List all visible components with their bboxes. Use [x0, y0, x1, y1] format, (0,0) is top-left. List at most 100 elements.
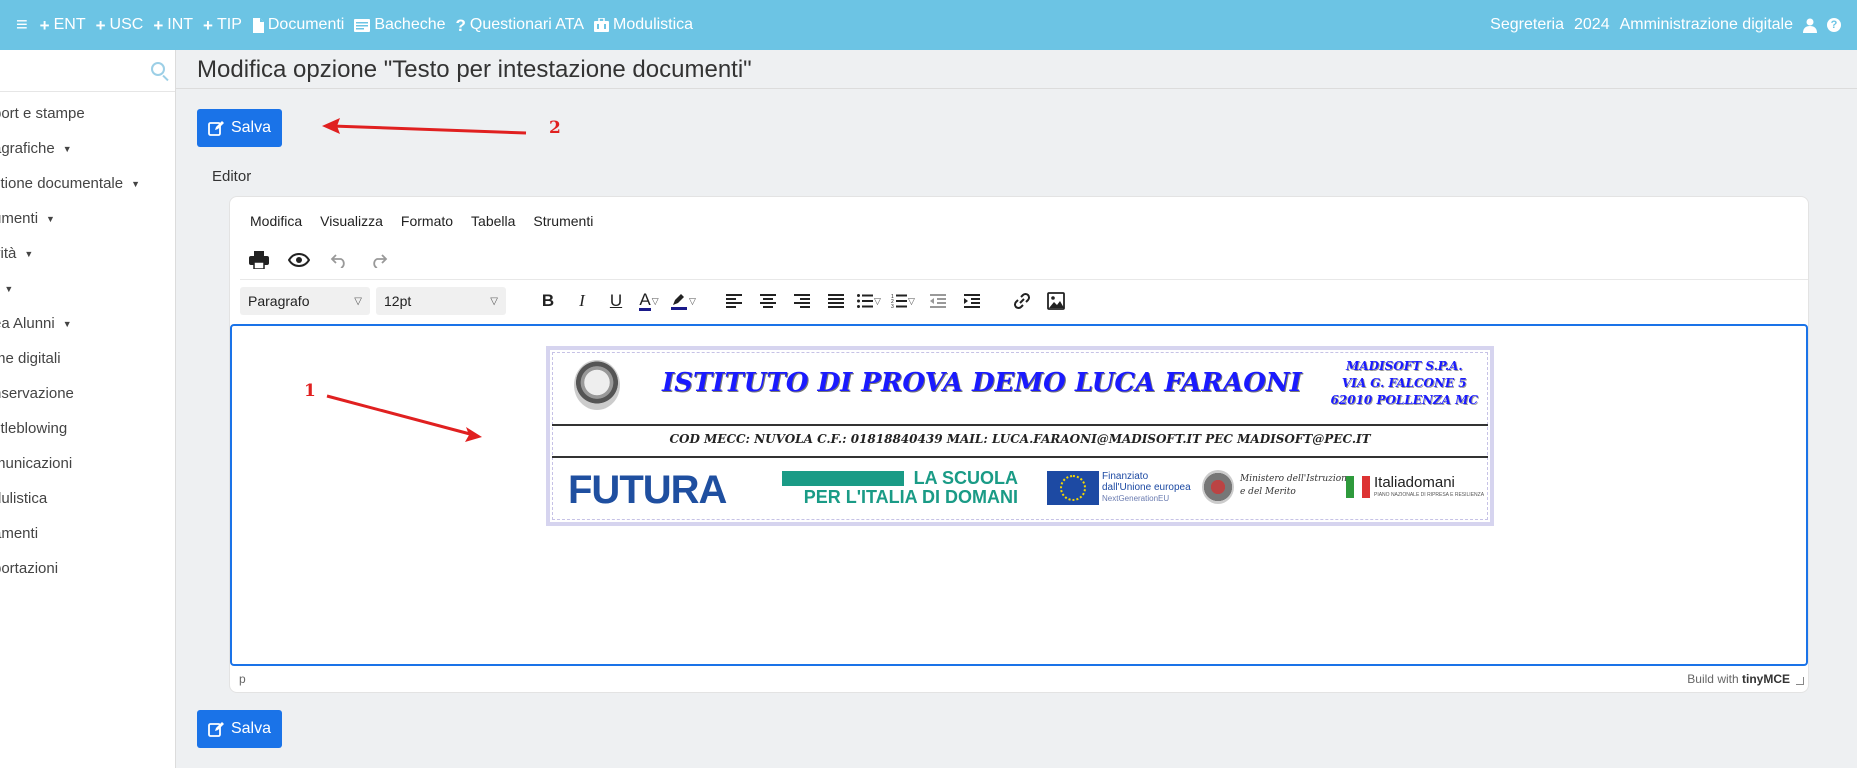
block-format-value: Paragrafo [248, 293, 310, 309]
indent-button[interactable] [958, 287, 986, 315]
sidebar-item-label: amenti [0, 525, 39, 542]
sidebar-item[interactable]: umenti ▼ [0, 201, 175, 236]
rich-text-editor: Modifica Visualizza Formato Tabella Stru… [229, 196, 1809, 693]
align-justify-button[interactable] [822, 287, 850, 315]
topbar-item-questionari[interactable]: ? Questionari ATA [456, 16, 585, 34]
italia-domani-subtitle: PIANO NAZIONALE DI RIPRESA E RESILIENZA [1374, 492, 1485, 498]
user-icon[interactable] [1803, 18, 1817, 33]
text-color-button[interactable]: A ▽ [636, 287, 664, 315]
highlight-button[interactable]: ▽ [670, 287, 698, 315]
undo-button[interactable] [326, 247, 352, 273]
area-selector[interactable]: Amministrazione digitale [1620, 16, 1793, 34]
topbar-item-documenti[interactable]: Documenti [252, 16, 344, 34]
text-style-group: B I U A ▽ ▽ [534, 287, 698, 315]
sidebar-item-label: vità [0, 245, 17, 262]
topbar-item-usc[interactable]: + USC [96, 16, 144, 34]
tinymce-branding[interactable]: Build with tinyMCE [1687, 672, 1790, 686]
topbar-item-ent[interactable]: + ENT [40, 16, 86, 34]
eu-funding-text: Finanziato dall'Unione europea NextGener… [1102, 471, 1191, 504]
font-size-select[interactable]: 12pt ▽ [376, 287, 506, 315]
letterhead-image[interactable]: ISTITUTO DI PROVA DEMO LUCA FARAONI MADI… [546, 346, 1494, 526]
help-icon[interactable]: ? [1827, 18, 1841, 32]
topbar-item-label: ENT [53, 16, 86, 33]
align-justify-icon [828, 294, 844, 308]
link-button[interactable] [1008, 287, 1036, 315]
sidebar-item-label: dulistica [0, 490, 48, 507]
topbar-right: Segreteria 2024 Amministrazione digitale… [1490, 16, 1841, 34]
redo-button[interactable] [366, 247, 392, 273]
chevron-down-icon: ▽ [490, 295, 498, 307]
insert-group [1008, 287, 1070, 315]
sidebar-search[interactable] [0, 50, 175, 92]
sidebar-item[interactable]: stione documentale ▼ [0, 166, 175, 201]
topbar-item-bacheche[interactable]: Bacheche [354, 16, 446, 34]
plus-icon: + [95, 15, 106, 35]
sidebar-item[interactable]: municazioni [0, 446, 175, 481]
align-center-icon [760, 294, 776, 308]
editor-menubar: Modifica Visualizza Formato Tabella Stru… [250, 213, 593, 229]
image-button[interactable] [1042, 287, 1070, 315]
align-right-button[interactable] [788, 287, 816, 315]
edit-icon [208, 121, 224, 136]
sidebar-item-label: me digitali [0, 350, 61, 367]
address-line: VIA G. FALCONE 5 [1341, 376, 1467, 390]
editor-label: Editor [212, 168, 252, 185]
year-selector[interactable]: 2024 [1574, 16, 1610, 34]
italic-button[interactable]: I [568, 287, 596, 315]
search-icon[interactable] [151, 62, 165, 76]
bold-button[interactable]: B [534, 287, 562, 315]
block-format-select[interactable]: Paragrafo ▽ [240, 287, 370, 315]
top-navbar: ≡ + ENT + USC + INT + TIP Documenti Bacheche… [0, 0, 1857, 50]
editor-content-area[interactable]: ISTITUTO DI PROVA DEMO LUCA FARAONI MADI… [230, 324, 1808, 666]
annotation-arrowhead-2 [322, 118, 340, 134]
underline-button[interactable]: U [602, 287, 630, 315]
sidebar-item[interactable]: portazioni [0, 551, 175, 586]
save-button-bottom[interactable]: Salva [197, 710, 282, 748]
align-left-button[interactable] [720, 287, 748, 315]
menu-modifica[interactable]: Modifica [250, 213, 302, 229]
toolbar-divider [240, 279, 1808, 280]
ministry-line: Ministero dell'Istruzione [1240, 474, 1353, 484]
print-button[interactable] [246, 247, 272, 273]
bullet-list-button[interactable]: ▽ [856, 287, 884, 315]
menu-tabella[interactable]: Tabella [471, 213, 515, 229]
sidebar-item[interactable]: dulistica [0, 481, 175, 516]
topbar-item-modulistica[interactable]: Modulistica [594, 16, 693, 34]
menu-visualizza[interactable]: Visualizza [320, 213, 383, 229]
align-center-button[interactable] [754, 287, 782, 315]
sidebar-item[interactable]: amenti [0, 516, 175, 551]
sidebar-item[interactable]: port e stampe [0, 96, 175, 131]
eu-line: Finanziato [1102, 471, 1149, 482]
plus-icon: + [39, 15, 50, 35]
sidebar-item[interactable]: agrafiche ▼ [0, 131, 175, 166]
sidebar-item[interactable]: stleblowing [0, 411, 175, 446]
scuola-line: PER L'ITALIA DI DOMANI [803, 487, 1018, 507]
sidebar-item[interactable]: ea Alunni ▼ [0, 306, 175, 341]
element-path[interactable]: p [239, 672, 246, 686]
hamburger-icon[interactable]: ≡ [16, 14, 28, 37]
topbar-item-label: Documenti [267, 16, 345, 33]
align-right-icon [794, 294, 810, 308]
preview-button[interactable] [286, 247, 312, 273]
sidebar-item[interactable]: nservazione [0, 376, 175, 411]
resize-handle-icon[interactable] [1796, 677, 1804, 685]
sidebar-menu: port e stampe agrafiche ▼ stione document… [0, 96, 175, 586]
ministry-text: Ministero dell'Istruzione e del Merito [1240, 473, 1352, 499]
sidebar-item[interactable]: vità ▼ [0, 236, 175, 271]
save-button-top[interactable]: Salva [197, 109, 282, 147]
sidebar-item[interactable]: i▼ [0, 271, 175, 306]
role-selector[interactable]: Segreteria [1490, 16, 1564, 34]
topbar-item-int[interactable]: + INT [153, 16, 193, 34]
caret-down-icon: ▼ [4, 283, 14, 294]
topbar-item-tip[interactable]: + TIP [203, 16, 242, 34]
topbar-item-label: TIP [216, 16, 242, 33]
menu-strumenti[interactable]: Strumenti [533, 213, 593, 229]
sidebar-item[interactable]: me digitali [0, 341, 175, 376]
chevron-down-icon: ▽ [651, 295, 659, 306]
edit-icon [208, 722, 224, 737]
menu-formato[interactable]: Formato [401, 213, 453, 229]
print-icon [249, 251, 269, 269]
outdent-button[interactable] [924, 287, 952, 315]
numbered-list-button[interactable]: 1 2 3 ▽ [890, 287, 918, 315]
scuola-logo: LA SCUOLA PER L'ITALIA DI DOMANI [782, 469, 1018, 507]
